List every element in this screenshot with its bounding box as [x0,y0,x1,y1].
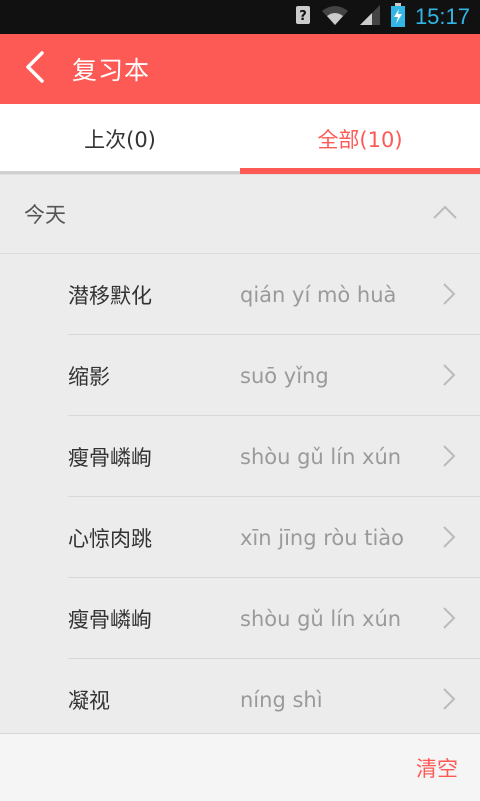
item-word: 瘦骨嶙峋 [68,607,152,632]
list-item[interactable]: 瘦骨嶙峋 shòu gǔ lín xún [0,416,480,497]
app-bar: 复习本 [0,34,480,104]
unknown-signal-icon: ? [295,4,311,30]
item-word: 凝视 [68,688,110,713]
item-pinyin: níng shì [240,687,323,712]
tab-all-label: 全部(10) [317,128,403,152]
cell-signal-icon [359,4,381,30]
section-header-today[interactable]: 今天 [0,175,480,254]
back-button[interactable] [0,34,70,104]
item-pinyin: shòu gǔ lín xún [240,606,402,631]
chevron-right-icon [442,606,456,634]
chevron-right-icon [442,687,456,715]
item-pinyin: qián yí mò huà [240,282,397,307]
tab-all[interactable]: 全部(10) [240,104,480,174]
status-icons: ? 15:17 [295,3,470,31]
bottom-bar: 清空 [0,733,480,801]
battery-charging-icon [390,3,405,31]
item-pinyin: shòu gǔ lín xún [240,444,402,469]
list-item[interactable]: 凝视 níng shì [0,659,480,740]
list-item[interactable]: 缩影 suō yǐng [0,335,480,416]
chevron-left-icon [24,51,46,87]
status-bar: ? 15:17 [0,0,480,34]
tab-last-underline [0,171,240,174]
tab-bar: 上次(0) 全部(10) [0,104,480,175]
item-pinyin: suō yǐng [240,363,329,388]
list-item[interactable]: 心惊肉跳 xīn jīng ròu tiào [0,497,480,578]
svg-text:?: ? [299,9,307,24]
tab-last[interactable]: 上次(0) [0,104,240,174]
tab-last-label: 上次(0) [84,128,156,152]
item-word: 心惊肉跳 [68,526,152,551]
section-label: 今天 [24,203,66,227]
chevron-right-icon [442,363,456,391]
chevron-right-icon [442,444,456,472]
list-item[interactable]: 瘦骨嶙峋 shòu gǔ lín xún [0,578,480,659]
wifi-icon [321,4,349,30]
item-pinyin: xīn jīng ròu tiào [240,525,405,550]
chevron-up-icon[interactable] [432,204,458,224]
item-word: 潜移默化 [68,283,152,308]
list-item[interactable]: 潜移默化 qián yí mò huà [0,254,480,335]
word-list: 潜移默化 qián yí mò huà 缩影 suō yǐng 瘦骨嶙峋 shò… [0,254,480,740]
page-title: 复习本 [72,56,151,85]
item-word: 瘦骨嶙峋 [68,445,152,470]
item-word: 缩影 [68,364,110,389]
chevron-right-icon [442,282,456,310]
status-time: 15:17 [414,4,470,29]
clear-button[interactable]: 清空 [416,753,458,783]
chevron-right-icon [442,525,456,553]
